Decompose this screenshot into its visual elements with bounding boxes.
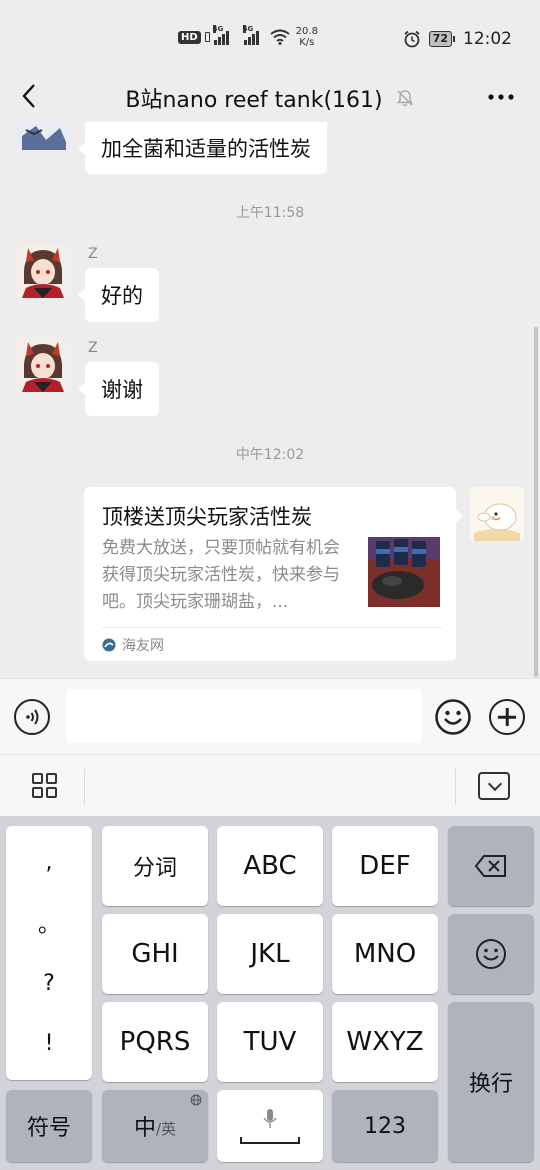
battery-level: 72	[428, 31, 452, 47]
speed-unit: K/s	[299, 37, 315, 48]
hd-badge: HD	[178, 30, 201, 44]
emoji-key[interactable]	[448, 914, 534, 994]
backspace-key[interactable]	[448, 826, 534, 906]
divider	[102, 627, 442, 628]
timestamp: 上午11:58	[235, 205, 305, 221]
key-mno[interactable]: MNO	[332, 914, 438, 994]
network-speed: 20.8 K/s	[296, 26, 318, 48]
key-tuv[interactable]: TUV	[217, 1002, 323, 1082]
chat-area[interactable]: 加全菌和适量的活性炭 上午11:58 Z 好的 Z 谢谢 中午12:02 顶楼送…	[0, 122, 540, 678]
more-functions-button[interactable]	[489, 699, 525, 735]
divider	[455, 769, 456, 805]
key-period[interactable]: 。	[38, 903, 60, 943]
message-text: 好的	[101, 284, 143, 308]
numbers-key[interactable]: 123	[332, 1090, 438, 1162]
link-card-thumbnail	[368, 537, 440, 607]
signal-icon-2: 4G	[242, 25, 266, 45]
alarm-icon	[404, 30, 420, 48]
input-bar	[0, 678, 540, 754]
avatar[interactable]	[16, 244, 70, 298]
link-card-title: 顶楼送顶尖玩家活性炭	[102, 505, 312, 529]
lang-main: 中	[133, 1116, 156, 1141]
scrollbar[interactable]	[534, 327, 538, 677]
message-bubble[interactable]: 好的	[78, 268, 159, 322]
key-segment[interactable]: 分词	[102, 826, 208, 906]
link-card-source: 海友网	[102, 635, 164, 655]
signal-icon-1: 4G	[212, 25, 236, 45]
timestamp: 中午12:02	[235, 447, 305, 463]
bell-muted-icon	[396, 90, 413, 107]
message-bubble[interactable]: 加全菌和适量的活性炭	[78, 122, 327, 174]
key-def[interactable]: DEF	[332, 826, 438, 906]
my-avatar[interactable]	[470, 487, 524, 541]
keyboard-menu-button[interactable]	[30, 773, 60, 801]
space-key[interactable]	[217, 1090, 323, 1162]
link-card-source-name: 海友网	[122, 638, 164, 654]
keyboard: , 。 ? ! 分词 ABC DEF GHI JKL MNO PQRS TUV …	[0, 816, 540, 1170]
lang-sub: /英	[155, 1119, 177, 1138]
status-left: HD 4G 4G 20.8 K/s	[178, 25, 318, 48]
sender-name: Z	[88, 246, 98, 262]
backspace-icon	[474, 855, 506, 877]
punctuation-column[interactable]: , 。 ? !	[6, 826, 92, 1080]
emoji-button[interactable]	[435, 699, 471, 735]
divider	[84, 769, 85, 805]
key-jkl[interactable]: JKL	[217, 914, 323, 994]
battery-icon: 72	[428, 31, 455, 47]
space-bar-icon	[240, 1137, 300, 1144]
more-button[interactable]	[486, 82, 516, 112]
key-exclamation[interactable]: !	[45, 1024, 54, 1064]
wifi-icon	[270, 29, 290, 45]
smiley-icon	[435, 699, 471, 735]
avatar[interactable]	[16, 338, 70, 392]
status-bar: HD 4G 4G 20.8 K/s 72 12:02	[0, 0, 540, 72]
globe-icon	[190, 1094, 202, 1109]
message-input[interactable]	[66, 689, 422, 743]
key-pqrs[interactable]: PQRS	[102, 1002, 208, 1082]
key-wxyz[interactable]: WXYZ	[332, 1002, 438, 1082]
message-text: 谢谢	[101, 378, 143, 402]
keyboard-toolbar	[0, 754, 540, 816]
symbols-key[interactable]: 符号	[6, 1090, 92, 1162]
voice-icon	[26, 709, 39, 725]
vowifi-icon	[204, 32, 210, 42]
microphone-icon	[263, 1109, 277, 1128]
message-text: 加全菌和适量的活性炭	[101, 137, 311, 161]
key-question[interactable]: ?	[43, 963, 55, 1003]
source-logo-icon	[102, 638, 116, 652]
smiley-icon	[476, 939, 506, 969]
clock: 12:02	[463, 29, 512, 49]
chat-header: B站nano reef tank(161)	[0, 72, 540, 122]
chat-title: B站nano reef tank(161)	[125, 88, 383, 113]
voice-input-button[interactable]	[14, 699, 50, 735]
key-abc[interactable]: ABC	[217, 826, 323, 906]
message-bubble[interactable]: 谢谢	[78, 362, 159, 416]
sender-name: Z	[88, 340, 98, 356]
key-ghi[interactable]: GHI	[102, 914, 208, 994]
grid-icon	[32, 773, 43, 784]
chat-title-container: B站nano reef tank(161)	[0, 82, 540, 114]
more-dots-icon	[488, 94, 514, 100]
language-switch-key[interactable]: 中/英	[102, 1090, 208, 1162]
key-comma[interactable]: ,	[46, 842, 53, 882]
hide-keyboard-button[interactable]	[478, 772, 510, 800]
avatar[interactable]	[16, 122, 70, 150]
link-card[interactable]: 顶楼送顶尖玩家活性炭 免费大放送，只要顶帖就有机会获得顶尖玩家活性炭，快来参与吧…	[84, 487, 463, 661]
status-right: 72 12:02	[403, 29, 512, 49]
enter-key[interactable]: 换行	[448, 1002, 534, 1162]
speed-value: 20.8	[295, 26, 318, 37]
link-card-description: 免费大放送，只要顶帖就有机会获得顶尖玩家活性炭，快来参与吧。顶尖玩家珊瑚盐，..…	[102, 538, 340, 612]
